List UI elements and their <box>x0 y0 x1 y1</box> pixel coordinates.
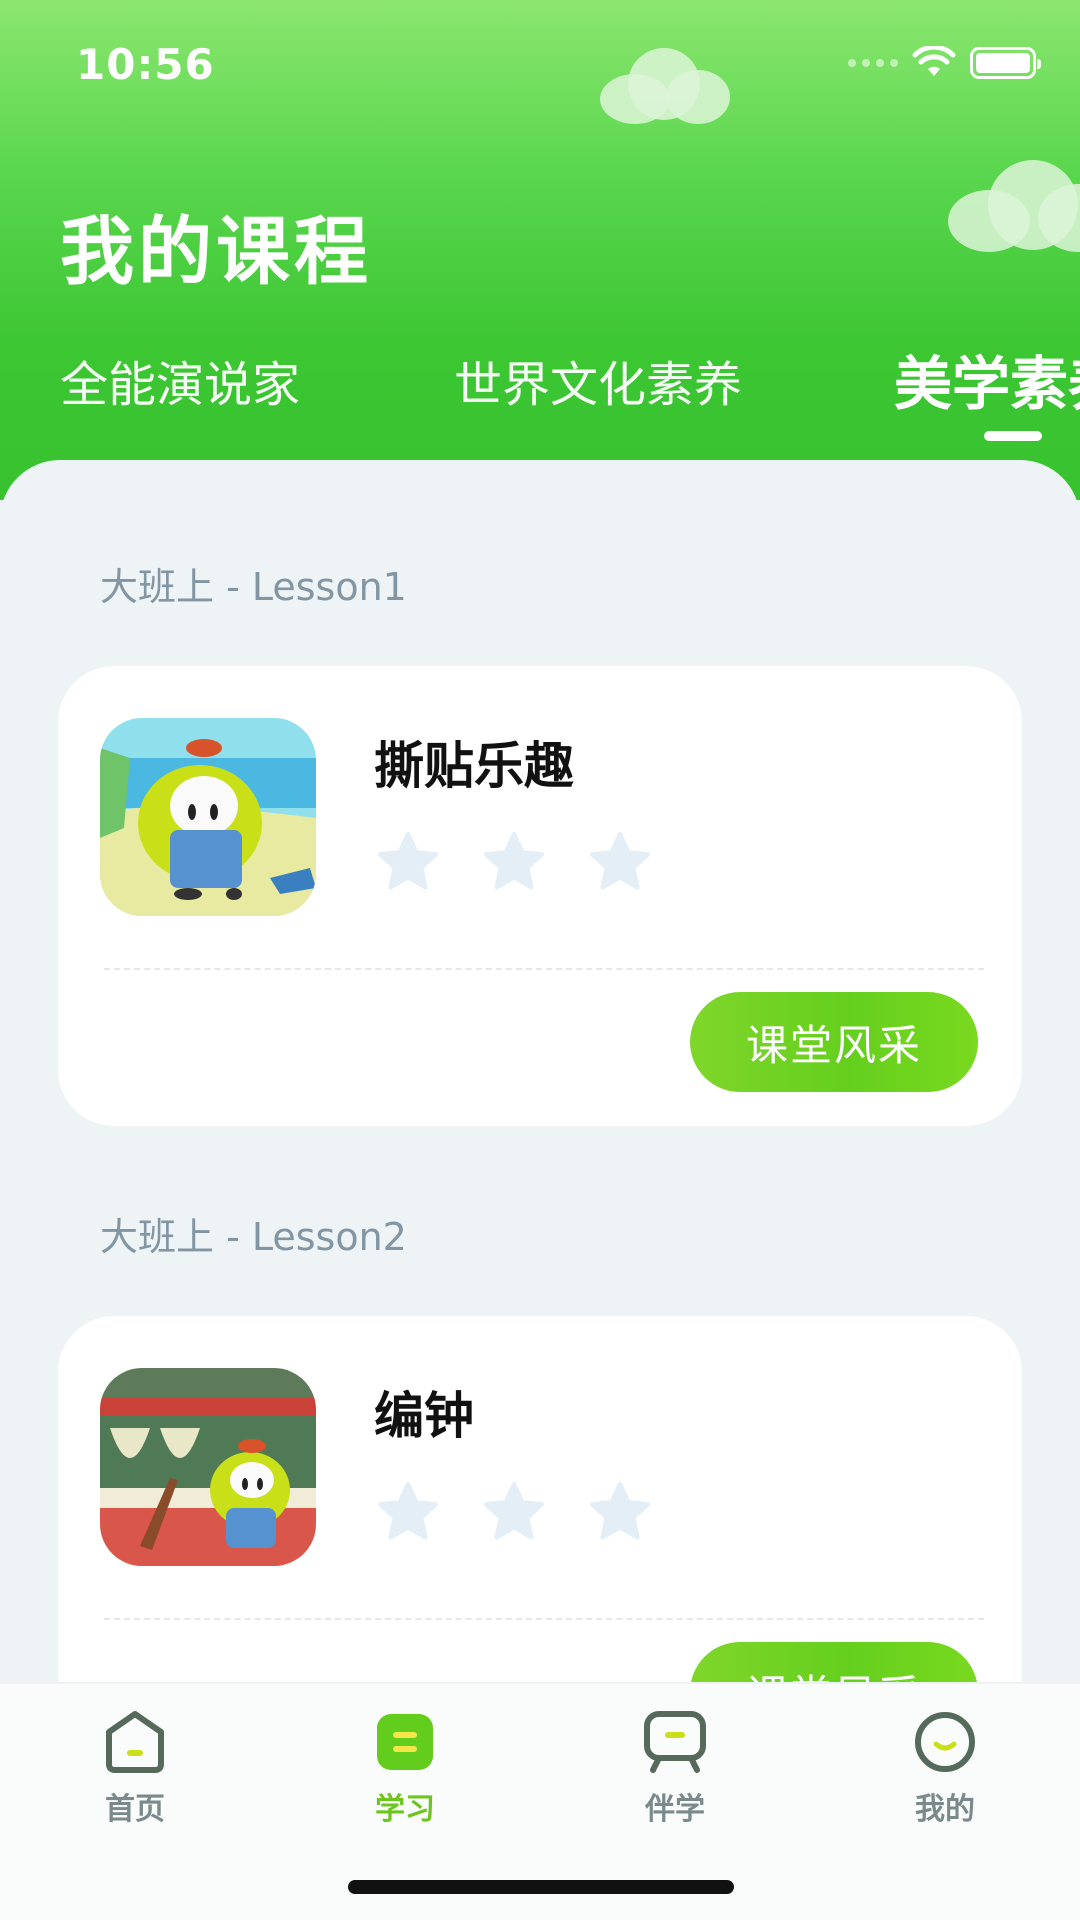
status-icons <box>848 46 1041 80</box>
signal-icon <box>848 59 898 67</box>
card-divider <box>104 968 984 970</box>
lesson-label: 大班上 - Lesson2 <box>100 1215 407 1259</box>
course-thumbnail <box>100 718 316 916</box>
nav-label: 首页 <box>105 1792 165 1827</box>
lesson-label: 大班上 - Lesson1 <box>100 565 407 609</box>
lesson-card[interactable]: 编钟 课堂风采 <box>58 1316 1022 1700</box>
active-tab-indicator <box>984 431 1042 441</box>
star-icon <box>377 1481 439 1540</box>
nav-label: 学习 <box>375 1792 435 1827</box>
companion-icon <box>644 1711 706 1773</box>
course-title: 编钟 <box>374 1387 474 1445</box>
lesson-card[interactable]: 撕贴乐趣 课堂风采 <box>58 666 1022 1126</box>
home-indicator[interactable] <box>348 1880 734 1894</box>
nav-label: 伴学 <box>645 1792 705 1827</box>
nav-profile[interactable]: 我的 <box>885 1708 1005 1828</box>
tab-aesthetics[interactable]: 美学素养 <box>894 337 1080 421</box>
star-icon <box>377 831 439 890</box>
status-time: 10:56 <box>76 40 215 89</box>
nav-home[interactable]: 首页 <box>75 1708 195 1828</box>
classroom-showcase-button[interactable]: 课堂风采 <box>690 992 978 1092</box>
home-icon <box>106 1711 164 1773</box>
star-rating <box>374 828 654 896</box>
nav-study[interactable]: 学习 <box>345 1708 465 1828</box>
star-icon <box>589 831 651 890</box>
lesson-list[interactable]: 大班上 - Lesson1 撕贴乐趣 课堂风采 大班上 - Lesson2 编钟 <box>0 460 1080 1700</box>
star-rating <box>374 1478 654 1546</box>
wifi-icon <box>912 46 956 76</box>
study-icon <box>377 1714 433 1770</box>
nav-companion[interactable]: 伴学 <box>615 1708 735 1828</box>
star-icon <box>589 1481 651 1540</box>
profile-icon <box>915 1712 975 1772</box>
page-title: 我的课程 <box>60 209 372 295</box>
card-divider <box>104 1618 984 1620</box>
nav-label: 我的 <box>915 1792 975 1827</box>
cloud-decoration <box>600 48 730 124</box>
header: 10:56 我的课程 全能演说家 世界文化素养 美学素养 <box>0 0 1080 500</box>
tab-all-round-speaker[interactable]: 全能演说家 <box>60 345 300 415</box>
cloud-decoration <box>948 160 1080 252</box>
course-tabs: 全能演说家 世界文化素养 美学素养 <box>0 345 1080 455</box>
star-icon <box>483 1481 545 1540</box>
course-title: 撕贴乐趣 <box>374 737 574 795</box>
tab-world-culture[interactable]: 世界文化素养 <box>454 345 742 415</box>
battery-icon <box>970 47 1041 79</box>
star-icon <box>483 831 545 890</box>
course-thumbnail <box>100 1368 316 1566</box>
